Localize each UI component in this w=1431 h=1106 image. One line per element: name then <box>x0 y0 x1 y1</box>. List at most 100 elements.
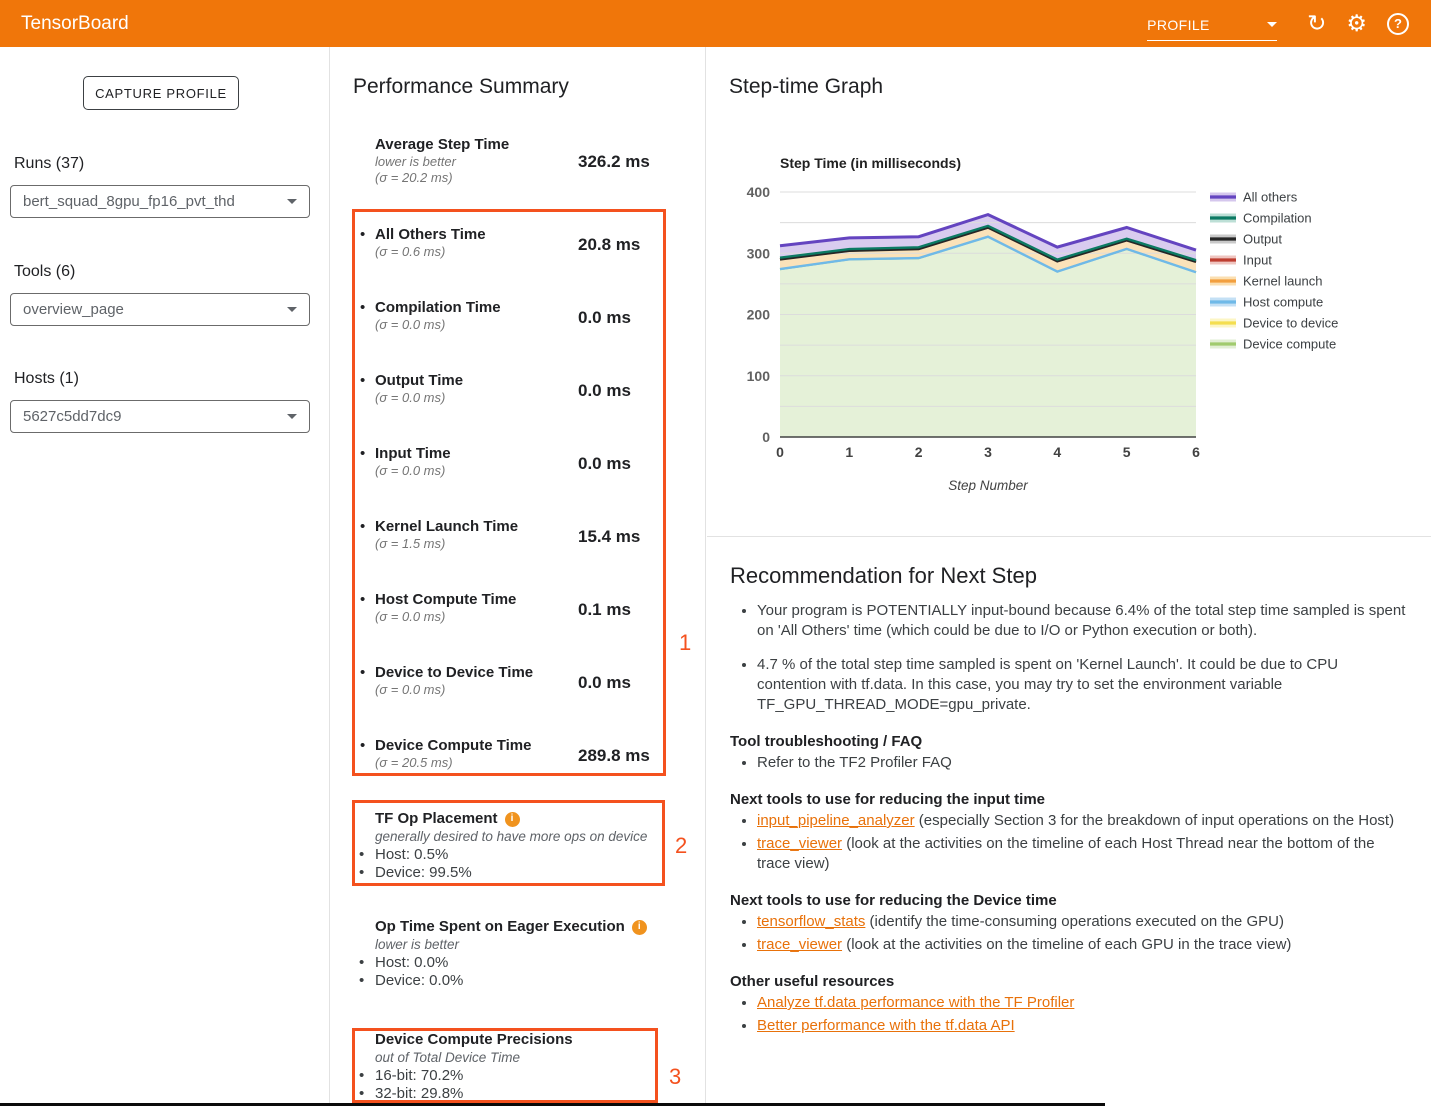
x-axis-title: Step Number <box>948 478 1028 493</box>
block-title: Op Time Spent on Eager Execution i <box>375 918 695 936</box>
settings-gear-icon[interactable]: ⚙ <box>1346 12 1367 35</box>
annotation-label-3: 3 <box>669 1064 681 1090</box>
legend-label: Device compute <box>1243 337 1336 352</box>
annotation-label-2: 2 <box>675 833 687 859</box>
y-tick-label: 100 <box>747 368 771 384</box>
runs-select[interactable]: bert_squad_8gpu_fp16_pvt_thd <box>10 185 310 218</box>
step-time-chart[interactable]: 01002003004000123456Step NumberAll other… <box>707 172 1431 517</box>
capture-profile-button[interactable]: CAPTURE PROFILE <box>83 76 239 110</box>
legend-item: Device to device <box>1210 316 1338 331</box>
y-tick-label: 300 <box>747 245 771 261</box>
x-tick-label: 2 <box>915 444 923 460</box>
header-actions: PROFILE ↻ ⚙ ? <box>1147 7 1419 41</box>
runs-select-value: bert_squad_8gpu_fp16_pvt_thd <box>23 193 235 210</box>
annotation-box-3 <box>352 1028 658 1103</box>
eager-block: Op Time Spent on Eager Execution ilower i… <box>375 918 695 990</box>
x-tick-label: 6 <box>1192 444 1200 460</box>
x-tick-label: 5 <box>1123 444 1131 460</box>
tool-link[interactable]: input_pipeline_analyzer <box>757 812 915 829</box>
legend-label: Kernel launch <box>1243 274 1323 289</box>
recommendation-title: Recommendation for Next Step <box>730 563 1411 589</box>
recommendation-subhead: Tool troubleshooting / FAQ <box>730 732 1411 751</box>
y-tick-label: 200 <box>747 307 771 323</box>
hosts-select[interactable]: 5627c5dd7dc9 <box>10 400 310 433</box>
recommendation-item-text: (look at the activities on the timeline … <box>757 835 1375 872</box>
series-device-compute-area <box>780 237 1196 437</box>
dashboard-selector-value: PROFILE <box>1147 17 1210 33</box>
recommendation-bullets: Your program is POTENTIALLY input-bound … <box>730 601 1411 715</box>
recommendation-item-text: (look at the activities on the timeline … <box>842 936 1291 953</box>
performance-summary-title: Performance Summary <box>353 75 569 99</box>
recommendation-bullet: 4.7 % of the total step time sampled is … <box>757 655 1411 715</box>
step-time-graph-title: Step-time Graph <box>729 75 883 99</box>
x-tick-label: 1 <box>845 444 853 460</box>
metric-label: Average Step Time <box>375 136 509 153</box>
tools-select[interactable]: overview_page <box>10 293 310 326</box>
legend-item: Compilation <box>1210 211 1312 226</box>
chevron-down-icon <box>287 199 297 204</box>
legend-item: Kernel launch <box>1210 274 1323 289</box>
app-header: TensorBoard PROFILE ↻ ⚙ ? <box>0 0 1431 47</box>
metric-sigma: (σ = 20.2 ms) <box>375 170 453 185</box>
chart-title: Step Time (in milliseconds) <box>780 155 961 171</box>
chevron-down-icon <box>287 307 297 312</box>
block-note: lower is better <box>375 936 695 954</box>
block-item: •Device: 0.0% <box>375 972 695 990</box>
legend-item: Input <box>1210 253 1272 268</box>
bullet: • <box>359 972 364 990</box>
app-title: TensorBoard <box>21 13 129 35</box>
main-panel: Step-time Graph Step Time (in millisecon… <box>707 47 1431 1106</box>
recommendation-item-text: (especially Section 3 for the breakdown … <box>915 812 1394 829</box>
hosts-select-value: 5627c5dd7dc9 <box>23 408 121 425</box>
tool-link[interactable]: Better performance with the tf.data API <box>757 1017 1015 1034</box>
recommendation-bullet: Your program is POTENTIALLY input-bound … <box>757 601 1411 641</box>
recommendation-item: Refer to the TF2 Profiler FAQ <box>757 753 1411 773</box>
legend-label: Host compute <box>1243 295 1323 310</box>
block-item-text: Host: 0.0% <box>375 954 448 971</box>
field-label-runs: Runs (37) <box>14 155 84 173</box>
chevron-down-icon <box>287 414 297 419</box>
info-icon[interactable]: i <box>632 920 647 935</box>
legend-label: All others <box>1243 190 1298 205</box>
annotation-box-1 <box>352 209 666 776</box>
tools-select-value: overview_page <box>23 301 124 318</box>
annotation-label-1: 1 <box>679 630 691 656</box>
tool-link[interactable]: trace_viewer <box>757 936 842 953</box>
y-tick-label: 0 <box>762 429 770 445</box>
help-icon[interactable]: ? <box>1387 13 1409 35</box>
legend-label: Input <box>1243 253 1272 268</box>
field-label-tools: Tools (6) <box>14 263 75 281</box>
legend-label: Output <box>1243 232 1282 247</box>
step-time-graph-section: Step-time Graph Step Time (in millisecon… <box>707 47 1431 537</box>
x-tick-label: 0 <box>776 444 784 460</box>
recommendation-subhead: Next tools to use for reducing the input… <box>730 790 1411 809</box>
tool-link[interactable]: tensorflow_stats <box>757 913 865 930</box>
recommendation-list: Analyze tf.data performance with the TF … <box>730 993 1411 1036</box>
recommendation-item-text: (identify the time-consuming operations … <box>865 913 1284 930</box>
recommendation-list: tensorflow_stats (identify the time-cons… <box>730 912 1411 955</box>
y-tick-label: 400 <box>747 184 771 200</box>
field-label-hosts: Hosts (1) <box>14 370 79 388</box>
sidebar: CAPTURE PROFILE Runs (37) bert_squad_8gpu… <box>0 47 330 1106</box>
dashboard-selector[interactable]: PROFILE <box>1147 17 1277 41</box>
average-step-time-row: Average Step Timelower is better(σ = 20.… <box>360 136 690 192</box>
recommendation-item: Better performance with the tf.data API <box>757 1016 1411 1036</box>
block-item-text: Device: 0.0% <box>375 972 463 989</box>
refresh-icon[interactable]: ↻ <box>1307 12 1326 35</box>
recommendation-item: Analyze tf.data performance with the TF … <box>757 993 1411 1013</box>
recommendation-subhead: Next tools to use for reducing the Devic… <box>730 891 1411 910</box>
recommendation-list: Refer to the TF2 Profiler FAQ <box>730 753 1411 773</box>
legend-item: Host compute <box>1210 295 1323 310</box>
chevron-down-icon <box>1267 22 1277 27</box>
performance-summary-panel: Performance Summary Average Step Timelow… <box>331 47 706 1106</box>
recommendation-item: trace_viewer (look at the activities on … <box>757 935 1411 955</box>
annotation-box-2 <box>352 800 665 886</box>
bullet: • <box>359 954 364 972</box>
legend-item: Output <box>1210 232 1282 247</box>
block-title-text: Op Time Spent on Eager Execution <box>375 918 625 936</box>
legend-label: Compilation <box>1243 211 1312 226</box>
recommendation-item-text: Refer to the TF2 Profiler FAQ <box>757 754 952 771</box>
tool-link[interactable]: Analyze tf.data performance with the TF … <box>757 994 1074 1011</box>
recommendation-subhead: Other useful resources <box>730 972 1411 991</box>
tool-link[interactable]: trace_viewer <box>757 835 842 852</box>
